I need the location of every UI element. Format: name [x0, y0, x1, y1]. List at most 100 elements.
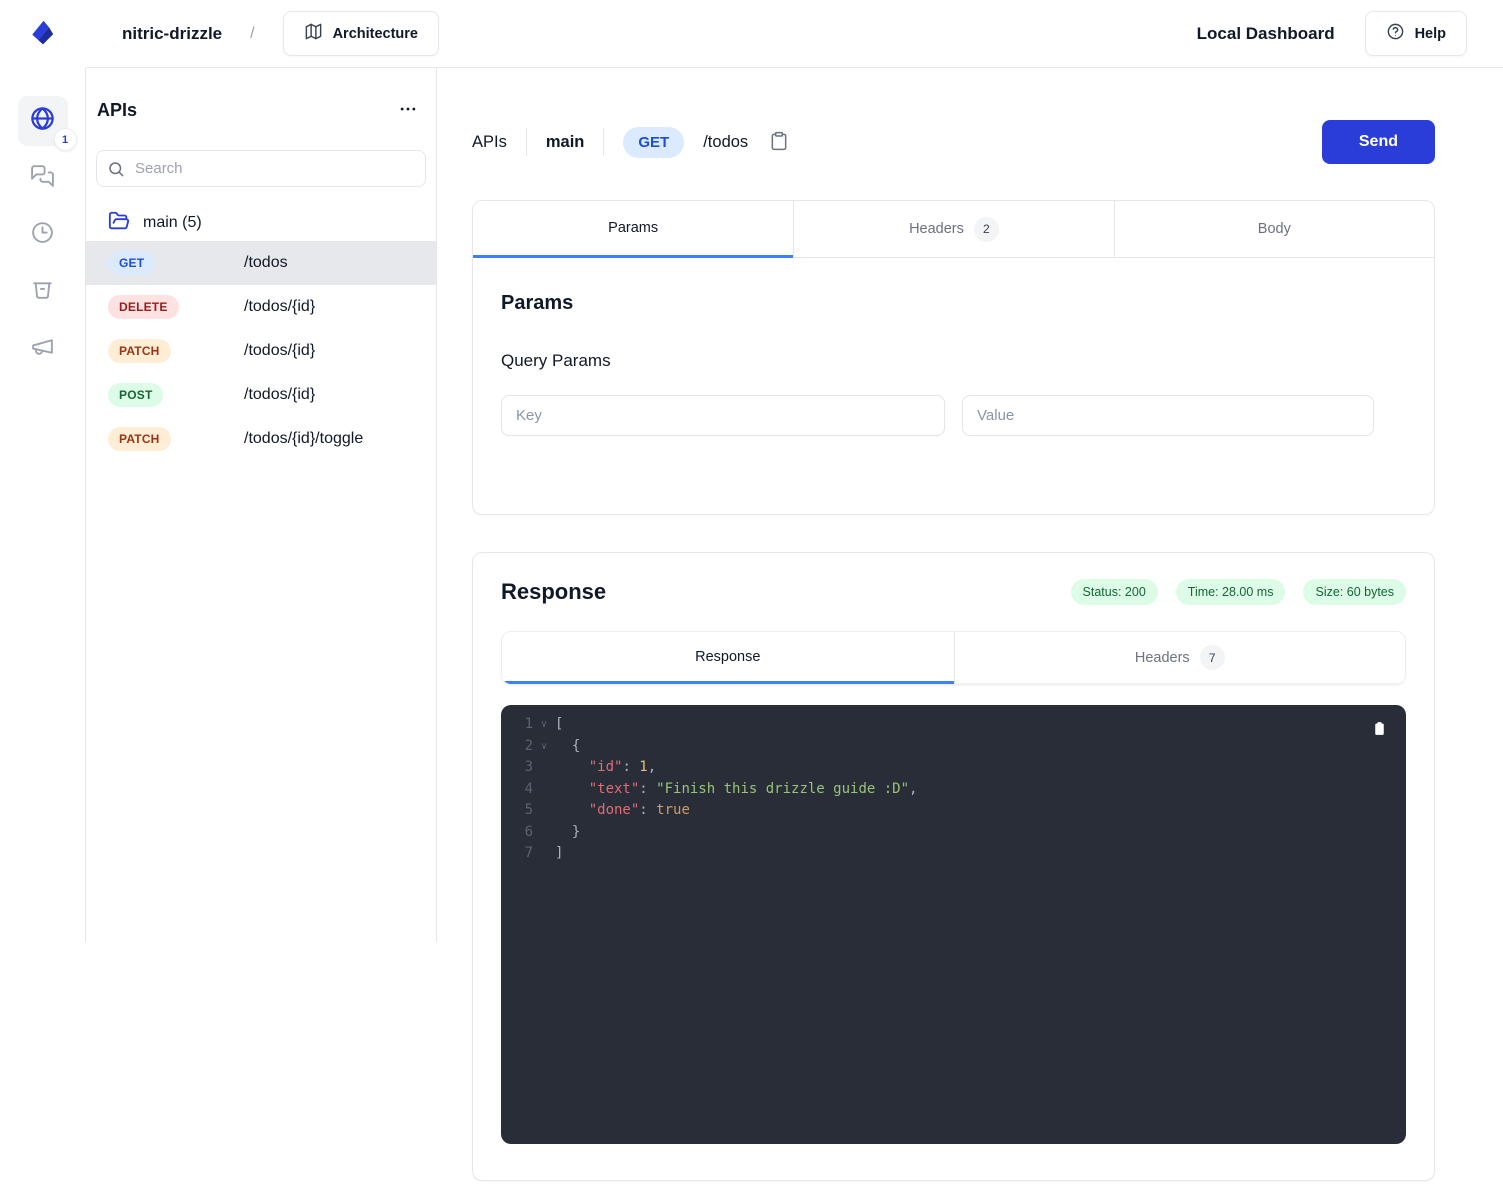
response-tab-headers[interactable]: Headers7: [954, 632, 1406, 684]
code-line: 6 }: [501, 822, 1406, 844]
line-number: 6: [501, 822, 533, 844]
clock-icon: [30, 220, 55, 250]
request-tab-headers[interactable]: Headers 2: [793, 201, 1113, 258]
param-key-input[interactable]: [501, 395, 945, 436]
code-line: 7]: [501, 843, 1406, 865]
method-badge: GET: [623, 127, 684, 158]
response-tab-response[interactable]: Response: [502, 632, 954, 684]
clipboard-icon: [769, 131, 789, 154]
architecture-label: Architecture: [333, 26, 418, 42]
fold-chevron-icon: [533, 843, 555, 865]
endpoint-post--todos-id-[interactable]: POST/todos/{id}: [86, 373, 436, 417]
search-input[interactable]: [96, 150, 426, 187]
fold-chevron-icon: [533, 800, 555, 822]
fold-chevron-icon[interactable]: ∨: [533, 714, 555, 736]
fold-chevron-icon: [533, 822, 555, 844]
code-text: }: [555, 822, 580, 844]
code-line: 1∨[: [501, 714, 1406, 736]
icon-rail: 1: [0, 68, 86, 942]
rail-item-apis[interactable]: 1: [18, 96, 68, 146]
code-text: ]: [555, 843, 563, 865]
tab-count-badge: 7: [1200, 645, 1225, 670]
endpoint-delete--todos-id-[interactable]: DELETE/todos/{id}: [86, 285, 436, 329]
line-number: 3: [501, 757, 533, 779]
endpoint-path: /todos: [244, 254, 288, 272]
nitric-logo-icon: [28, 17, 58, 52]
response-title: Response: [501, 579, 606, 605]
endpoint-path: /todos/{id}: [244, 342, 315, 360]
method-badge: GET: [108, 251, 155, 275]
tab-label: Response: [695, 649, 760, 665]
fold-chevron-icon[interactable]: ∨: [533, 736, 555, 758]
param-value-input[interactable]: [962, 395, 1374, 436]
method-badge: PATCH: [108, 339, 171, 363]
endpoint-patch--todos-id-[interactable]: PATCH/todos/{id}: [86, 329, 436, 373]
rail-item-topics[interactable]: [18, 324, 68, 374]
tab-count-badge: 2: [974, 217, 999, 242]
code-line: 4 "text": "Finish this drizzle guide :D"…: [501, 779, 1406, 801]
rail-item-storage[interactable]: [18, 267, 68, 317]
fold-chevron-icon: [533, 757, 555, 779]
clipboard-filled-icon: [1371, 720, 1388, 740]
line-number: 5: [501, 800, 533, 822]
code-text: "id": 1,: [555, 757, 656, 779]
copy-response-button[interactable]: [1369, 718, 1390, 742]
main-content: APIs main GET /todos Send Params: [437, 68, 1503, 1200]
ellipsis-icon: [398, 99, 418, 122]
fold-chevron-icon: [533, 779, 555, 801]
sidebar-menu-button[interactable]: [394, 95, 422, 126]
help-button[interactable]: Help: [1365, 11, 1467, 56]
breadcrumb-divider: [526, 128, 527, 156]
copy-path-button[interactable]: [767, 129, 791, 156]
breadcrumb-root: APIs: [472, 133, 507, 152]
params-title: Params: [501, 292, 1406, 315]
breadcrumb-separator: /: [250, 25, 254, 43]
topbar: nitric-drizzle / Architecture Local Dash…: [86, 0, 1503, 68]
line-number: 4: [501, 779, 533, 801]
tab-label: Params: [608, 220, 658, 236]
line-number: 7: [501, 843, 533, 865]
send-button[interactable]: Send: [1322, 120, 1435, 164]
sidebar-title: APIs: [97, 100, 137, 121]
rail-item-count-badge: 1: [54, 128, 77, 151]
megaphone-icon: [30, 334, 55, 364]
app-window: nitric-drizzle / Architecture Local Dash…: [0, 0, 1503, 1200]
line-number: 2: [501, 736, 533, 758]
endpoint-list: GET/todosDELETE/todos/{id}PATCH/todos/{i…: [86, 241, 436, 461]
help-circle-icon: [1386, 22, 1405, 45]
architecture-button[interactable]: Architecture: [283, 11, 439, 56]
breadcrumb-group: main: [546, 133, 585, 152]
code-line: 2∨ {: [501, 736, 1406, 758]
status-pill: Size: 60 bytes: [1303, 579, 1406, 605]
query-params-subtitle: Query Params: [501, 351, 1406, 371]
response-status-badges: Status: 200Time: 28.00 msSize: 60 bytes: [1071, 579, 1406, 605]
code-text: {: [555, 736, 580, 758]
rail-item-schedules[interactable]: [18, 210, 68, 260]
breadcrumb: APIs main GET /todos: [472, 127, 791, 158]
code-text: "text": "Finish this drizzle guide :D",: [555, 779, 917, 801]
line-number: 1: [501, 714, 533, 736]
request-tab-params[interactable]: Params: [473, 201, 793, 258]
response-code-block: 1∨[2∨ {3 "id": 1,4 "text": "Finish this …: [501, 705, 1406, 1144]
tab-label: Headers: [909, 221, 964, 237]
code-text: "done": true: [555, 800, 690, 822]
map-icon: [304, 22, 323, 45]
request-tab-body[interactable]: Body: [1114, 201, 1434, 258]
endpoint-path: /todos/{id}: [244, 298, 315, 316]
response-tabs: Response Headers7: [501, 631, 1406, 685]
folder-open-icon: [108, 210, 130, 237]
chat-icon: [30, 163, 55, 193]
dashboard-title: Local Dashboard: [1197, 24, 1335, 44]
rail-item-websockets[interactable]: [18, 153, 68, 203]
endpoint-path: /todos/{id}: [244, 386, 315, 404]
method-badge: DELETE: [108, 295, 179, 319]
endpoint-get--todos[interactable]: GET/todos: [86, 241, 436, 285]
help-label: Help: [1415, 26, 1446, 42]
breadcrumb-divider: [603, 128, 604, 156]
endpoint-patch--todos-id-toggle[interactable]: PATCH/todos/{id}/toggle: [86, 417, 436, 461]
status-pill: Time: 28.00 ms: [1176, 579, 1286, 605]
code-line: 3 "id": 1,: [501, 757, 1406, 779]
folder-main[interactable]: main (5): [86, 205, 436, 241]
request-tabs: Params Headers 2 Body: [473, 201, 1434, 258]
request-card: Params Headers 2 Body Params Query Params: [472, 200, 1435, 515]
